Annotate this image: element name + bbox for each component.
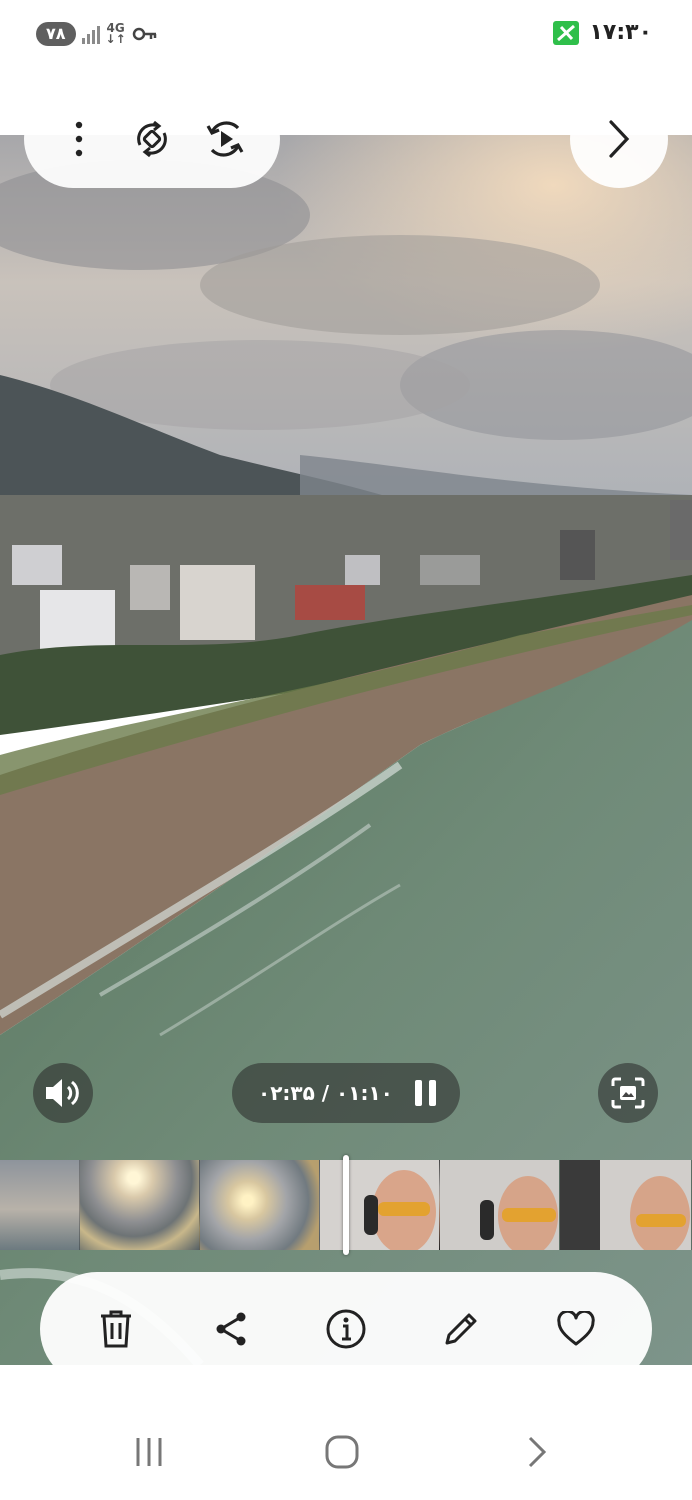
selfie-thumbnail (560, 1160, 691, 1250)
recent-apps-button[interactable] (124, 1430, 174, 1474)
share-icon (216, 1312, 246, 1346)
info-icon (326, 1309, 366, 1349)
recent-apps-icon (136, 1438, 162, 1466)
system-navigation-bar (0, 1400, 692, 1500)
selfie-thumbnail (320, 1160, 439, 1250)
rotate-icon (137, 120, 167, 158)
delete-button[interactable] (88, 1301, 144, 1357)
playback-controls: ۰۲:۳۵ / ۰۱:۱۰ (232, 1063, 460, 1123)
pause-icon[interactable] (414, 1080, 436, 1106)
signal-strength-icon (81, 24, 100, 44)
more-options-button[interactable] (51, 111, 107, 167)
battery-charging-icon (553, 20, 580, 45)
home-button[interactable] (317, 1430, 367, 1474)
capture-frame-button[interactable] (598, 1063, 658, 1123)
timeline-frame (0, 1160, 80, 1250)
motion-photo-button[interactable] (197, 111, 253, 167)
volume-icon (46, 1079, 79, 1107)
back-icon (528, 1436, 547, 1468)
timeline-frame (440, 1160, 560, 1250)
back-button[interactable] (512, 1430, 562, 1474)
capture-frame-icon (611, 1077, 645, 1109)
vpn-key-icon (132, 26, 158, 42)
selfie-thumbnail (440, 1160, 559, 1250)
status-left-group: ۷۸ 4G ↓↑ (36, 22, 158, 46)
status-bar: ۷۸ 4G ↓↑ ۱۷:۳۰ (0, 0, 692, 72)
delete-icon (101, 1310, 131, 1348)
edit-icon (445, 1313, 477, 1345)
volume-button[interactable] (33, 1063, 93, 1123)
network-type-text: 4G (106, 21, 125, 35)
network-type-label: 4G ↓↑ (105, 21, 126, 46)
timeline-frame (320, 1160, 440, 1250)
bottom-action-bar (40, 1272, 652, 1386)
status-right-group: ۱۷:۳۰ (553, 20, 652, 45)
more-options-icon (75, 121, 82, 157)
top-toolbar (24, 90, 280, 188)
home-icon (325, 1435, 359, 1469)
next-button[interactable] (570, 90, 668, 188)
status-clock: ۱۷:۳۰ (589, 20, 652, 45)
timeline-playhead[interactable] (343, 1155, 349, 1255)
motion-photo-icon (206, 121, 244, 157)
favorite-icon (557, 1311, 595, 1346)
favorite-button[interactable] (548, 1301, 604, 1357)
details-button[interactable] (318, 1301, 374, 1357)
timeline-frame (560, 1160, 692, 1250)
share-button[interactable] (203, 1301, 259, 1357)
playback-time: ۰۲:۳۵ / ۰۱:۱۰ (258, 1081, 393, 1105)
notification-count-badge: ۷۸ (36, 22, 76, 46)
chevron-right-icon (609, 120, 630, 158)
rotate-button[interactable] (124, 111, 180, 167)
timeline-frame (200, 1160, 320, 1250)
timeline-frame (80, 1160, 200, 1250)
edit-button[interactable] (433, 1301, 489, 1357)
